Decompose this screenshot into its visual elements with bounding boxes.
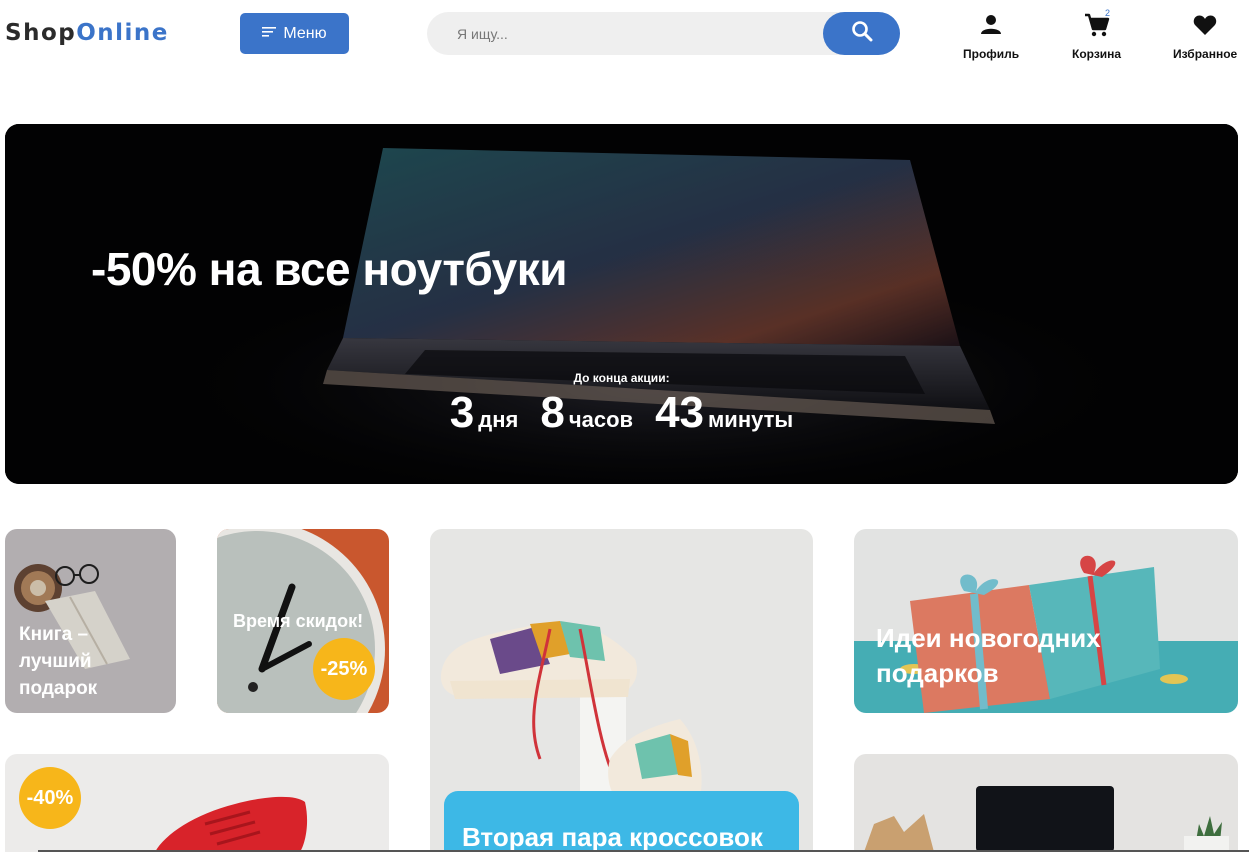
countdown-days-unit: дня [478, 407, 519, 432]
countdown-days-value: 3 [449, 388, 475, 437]
hero-banner[interactable]: -50% на все ноутбуки До конца акции: 3 дн… [5, 124, 1238, 484]
profile-label: Профиль [963, 47, 1020, 61]
menu-button[interactable]: Меню [240, 13, 349, 54]
cart-link[interactable]: 2 Корзина [1072, 8, 1122, 61]
promo-card-book[interactable]: Книга – лучший подарок [5, 529, 176, 713]
search-button[interactable] [823, 12, 900, 55]
book-card-text: Книга – лучший подарок [19, 624, 98, 699]
heart-icon [1192, 12, 1218, 43]
countdown-minutes-unit: минуты [708, 407, 794, 432]
cart-label: Корзина [1072, 47, 1122, 61]
promo-card-shoe[interactable]: -40% [5, 754, 389, 852]
countdown-minutes-value: 43 [655, 388, 705, 437]
menu-icon [262, 25, 277, 43]
countdown-label: До конца акции: [573, 371, 670, 385]
logo-part-shop: Shop [5, 20, 77, 46]
favorites-label: Избранное [1173, 47, 1238, 61]
promo-card-gifts[interactable]: Идеи новогодних подарков [854, 529, 1238, 713]
menu-button-label: Меню [283, 24, 327, 42]
favorites-link[interactable]: Избранное [1173, 12, 1237, 61]
logo[interactable]: ShopOnline [5, 20, 169, 46]
profile-icon [978, 12, 1004, 43]
countdown-hours-value: 8 [540, 388, 565, 437]
desk-image [854, 754, 1238, 852]
promo-card-sneakers[interactable]: Вторая пара кроссовок [430, 529, 813, 852]
discount-badge-25: -25% [313, 638, 375, 700]
hero-title: -50% на все ноутбуки [91, 243, 568, 295]
cart-count-badge: 2 [1105, 8, 1111, 18]
countdown-hours-unit: часов [568, 407, 634, 432]
search-bar [427, 12, 900, 55]
discount-badge-40: -40% [19, 767, 81, 829]
profile-link[interactable]: Профиль [963, 12, 1019, 61]
countdown: 3 дня 8 часов 43 минуты [5, 388, 1238, 438]
sneakers-card-text: Вторая пара кроссовок [462, 822, 763, 852]
clock-card-text: Время скидок! [233, 611, 364, 631]
promo-card-desk[interactable] [854, 754, 1238, 852]
search-icon [851, 20, 873, 47]
logo-part-online: Online [76, 20, 169, 46]
promo-card-clock[interactable]: Время скидок! -25% [217, 529, 389, 713]
search-input[interactable] [427, 12, 822, 55]
gifts-card-text: Идеи новогодних подарков [876, 623, 1101, 688]
